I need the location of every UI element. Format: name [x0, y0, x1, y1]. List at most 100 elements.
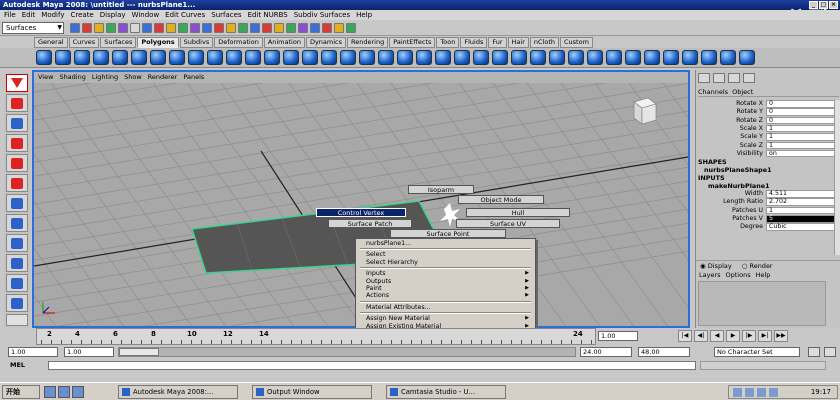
ctx-item-paint[interactable]: Paint ▶ [356, 285, 535, 292]
panel-menu-show[interactable]: Show [124, 72, 142, 83]
start-time-field[interactable]: 1.00 [8, 347, 58, 357]
status-tool-icon[interactable] [274, 23, 284, 33]
step-forward-button[interactable]: |▶ [742, 330, 756, 342]
shelf-tab-polygons[interactable]: Polygons [137, 37, 179, 48]
status-tool-icon[interactable] [106, 23, 116, 33]
status-tool-icon[interactable] [178, 23, 188, 33]
soft-mod-icon[interactable] [6, 214, 28, 232]
shelf-tab-deformation[interactable]: Deformation [214, 37, 263, 48]
channel-row-patches-u[interactable]: Patches U1 [696, 206, 840, 215]
quick-launch-ie-icon[interactable] [44, 386, 56, 398]
channel-box-toggle-icon[interactable] [698, 73, 710, 83]
command-input[interactable] [48, 361, 696, 370]
marking-control-vertex[interactable]: Control Vertex [316, 208, 406, 217]
menu-subdiv-surfaces[interactable]: Subdiv Surfaces [294, 10, 350, 20]
shelf-polygon-icon[interactable] [169, 50, 185, 65]
shelf-tab-rendering[interactable]: Rendering [347, 37, 389, 48]
shelf-polygon-icon[interactable] [606, 50, 622, 65]
character-set-dropdown[interactable]: No Character Set [714, 347, 800, 357]
channel-value-field[interactable]: Cubic [766, 223, 836, 231]
channel-row-patches-v[interactable]: Patches V5 [696, 215, 840, 223]
status-tool-icon[interactable] [70, 23, 80, 33]
shelf-polygon-icon[interactable] [492, 50, 508, 65]
help-menu[interactable]: Help [756, 270, 771, 280]
shelf-tab-custom[interactable]: Custom [560, 37, 593, 48]
channel-box-menu-channels[interactable]: Channels [698, 88, 728, 96]
lasso-tool-icon[interactable] [6, 94, 28, 112]
panel-menu-shading[interactable]: Shading [59, 72, 85, 83]
shelf-tab-toon[interactable]: Toon [436, 37, 460, 48]
channel-row-scale-z[interactable]: Scale Z1 [696, 141, 840, 150]
status-tool-icon[interactable] [82, 23, 92, 33]
menu-edit-curves[interactable]: Edit Curves [165, 10, 205, 20]
menu-modify[interactable]: Modify [41, 10, 64, 20]
move-tool-icon[interactable] [6, 134, 28, 152]
channel-value-field[interactable]: 1 [766, 141, 836, 149]
go-to-start-button[interactable]: |◀ [678, 330, 692, 342]
shelf-tab-general[interactable]: General [34, 37, 68, 48]
channel-box-menu-object[interactable]: Object [732, 88, 753, 96]
shelf-polygon-icon[interactable] [625, 50, 641, 65]
step-back-button[interactable]: ◀| [694, 330, 708, 342]
tray-volume-icon[interactable] [745, 388, 754, 397]
go-to-end-button[interactable]: ▶| [758, 330, 772, 342]
status-tool-icon[interactable] [166, 23, 176, 33]
menu-edit-nurbs[interactable]: Edit NURBS [248, 10, 288, 20]
status-tool-icon[interactable] [214, 23, 224, 33]
shelf-polygon-icon[interactable] [93, 50, 109, 65]
channel-value-field[interactable]: 1 [766, 133, 836, 141]
marking-surface-point[interactable]: Surface Point [390, 229, 506, 238]
shelf-polygon-icon[interactable] [283, 50, 299, 65]
paint-select-icon[interactable] [6, 114, 28, 132]
attribute-editor-toggle-icon[interactable] [713, 73, 725, 83]
channel-box-scrollbar[interactable] [834, 100, 840, 255]
marking-isoparm[interactable]: Isoparm [408, 185, 474, 194]
shelf-polygon-icon[interactable] [435, 50, 451, 65]
play-forward-button[interactable]: ▶ [726, 330, 740, 342]
channel-value-field[interactable]: 0 [766, 100, 836, 108]
next-key-button[interactable]: ▶▶ [774, 330, 788, 342]
shelf-polygon-icon[interactable] [530, 50, 546, 65]
shelf-tab-subdivs[interactable]: Subdivs [179, 37, 214, 48]
shelf-polygon-icon[interactable] [720, 50, 736, 65]
layout-four-icon[interactable] [6, 294, 28, 312]
shelf-polygon-icon[interactable] [701, 50, 717, 65]
shelf-polygon-icon[interactable] [36, 50, 52, 65]
auto-key-icon[interactable] [808, 347, 820, 357]
channel-row-width[interactable]: Width 4.511 [696, 190, 840, 198]
channel-value-field[interactable]: 4.511 [766, 190, 836, 198]
status-tool-icon[interactable] [190, 23, 200, 33]
universal-manipulator-icon[interactable] [6, 194, 28, 212]
marking-surface-uv[interactable]: Surface UV [456, 219, 560, 228]
shelf-polygon-icon[interactable] [568, 50, 584, 65]
status-tool-icon[interactable] [130, 23, 140, 33]
channel-row-rotate-y[interactable]: Rotate Y0 [696, 108, 840, 116]
quick-launch-explorer-icon[interactable] [72, 386, 84, 398]
shelf-tab-surfaces[interactable]: Surfaces [100, 37, 137, 48]
rotate-tool-icon[interactable] [6, 154, 28, 172]
shelf-polygon-icon[interactable] [511, 50, 527, 65]
channel-row-rotate-z[interactable]: Rotate Z0 [696, 116, 840, 125]
ctx-item-nurbsplane1[interactable]: nurbsPlane1... [356, 240, 535, 247]
shelf-tab-animation[interactable]: Animation [263, 37, 305, 48]
shelf-polygon-icon[interactable] [55, 50, 71, 65]
shelf-polygon-icon[interactable] [739, 50, 755, 65]
current-frame-field[interactable]: 1.00 [598, 331, 638, 341]
status-tool-icon[interactable] [286, 23, 296, 33]
ctx-item-material-attributes[interactable]: Material Attributes... [356, 304, 535, 311]
tray-network-icon[interactable] [733, 388, 742, 397]
select-tool-icon[interactable] [6, 74, 28, 92]
shelf-polygon-icon[interactable] [682, 50, 698, 65]
channel-value-field[interactable]: 0 [766, 116, 836, 125]
viewcube-icon[interactable] [628, 94, 658, 126]
shelf-polygon-icon[interactable] [416, 50, 432, 65]
channel-row-degree[interactable]: Degree Cubic [696, 223, 840, 231]
shelf-tab-curves[interactable]: Curves [68, 37, 100, 48]
menu-surfaces[interactable]: Surfaces [211, 10, 241, 20]
start-button[interactable]: 开始 [2, 385, 40, 399]
menuset-dropdown[interactable]: Surfaces [2, 22, 64, 34]
ctx-item-assign-new-material[interactable]: Assign New Material ▶ [356, 315, 535, 322]
shelf-polygon-icon[interactable] [264, 50, 280, 65]
status-tool-icon[interactable] [250, 23, 260, 33]
channel-row-scale-y[interactable]: Scale Y1 [696, 133, 840, 141]
